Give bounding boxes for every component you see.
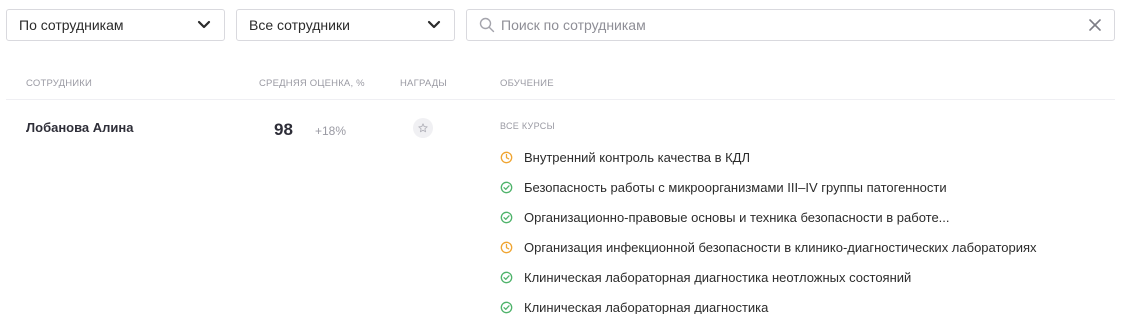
course-item[interactable]: Клиническая лабораторная диагностика: [500, 292, 1037, 314]
course-title: Организационно-правовые основы и техника…: [524, 209, 950, 225]
course-title: Клиническая лабораторная диагностика нео…: [524, 269, 912, 285]
employees-select[interactable]: Все сотрудники: [236, 9, 455, 41]
header-divider: [6, 99, 1115, 100]
clock-icon: [500, 151, 513, 163]
employee-name[interactable]: Лобанова Алина: [26, 120, 134, 135]
course-title: Безопасность работы с микроорганизмами I…: [524, 179, 947, 195]
column-header-average-score[interactable]: Средняя оценка, %: [259, 78, 365, 89]
check-circle-icon: [500, 181, 513, 193]
course-title: Клиническая лабораторная диагностика: [524, 299, 769, 314]
search-icon: [479, 17, 495, 33]
course-title: Внутренний контроль качества в КДЛ: [524, 149, 751, 165]
search-box: [466, 9, 1115, 41]
course-title: Организация инфекционной безопасности в …: [524, 239, 1037, 255]
check-circle-icon: [500, 301, 513, 313]
course-item[interactable]: Безопасность работы с микроорганизмами I…: [500, 172, 1037, 202]
clock-icon: [500, 241, 513, 253]
course-list: Внутренний контроль качества в КДЛ Безоп…: [500, 142, 1037, 314]
all-courses-label: Все курсы: [500, 121, 555, 131]
course-item[interactable]: Организация инфекционной безопасности в …: [500, 232, 1037, 262]
group-by-value: По сотрудникам: [19, 17, 124, 33]
chevron-down-icon: [197, 20, 211, 29]
average-score: 98: [274, 120, 293, 139]
check-circle-icon: [500, 271, 513, 283]
filters-bar: По сотрудникам Все сотрудники: [6, 9, 1115, 41]
course-item[interactable]: Внутренний контроль качества в КДЛ: [500, 142, 1037, 172]
column-header-awards[interactable]: Награды: [400, 78, 447, 89]
star-icon: [418, 123, 428, 133]
search-input[interactable]: [501, 10, 1061, 40]
course-item[interactable]: Клиническая лабораторная диагностика нео…: [500, 262, 1037, 292]
course-item[interactable]: Организационно-правовые основы и техника…: [500, 202, 1037, 232]
chevron-down-icon: [427, 20, 441, 29]
award-badge[interactable]: [413, 118, 433, 138]
close-icon[interactable]: [1088, 18, 1102, 32]
score-delta: +18%: [315, 124, 347, 138]
column-header-employees[interactable]: Сотрудники: [26, 78, 92, 89]
employees-value: Все сотрудники: [249, 17, 350, 33]
check-circle-icon: [500, 211, 513, 223]
group-by-select[interactable]: По сотрудникам: [6, 9, 225, 41]
column-header-learning[interactable]: Обучение: [500, 78, 554, 89]
